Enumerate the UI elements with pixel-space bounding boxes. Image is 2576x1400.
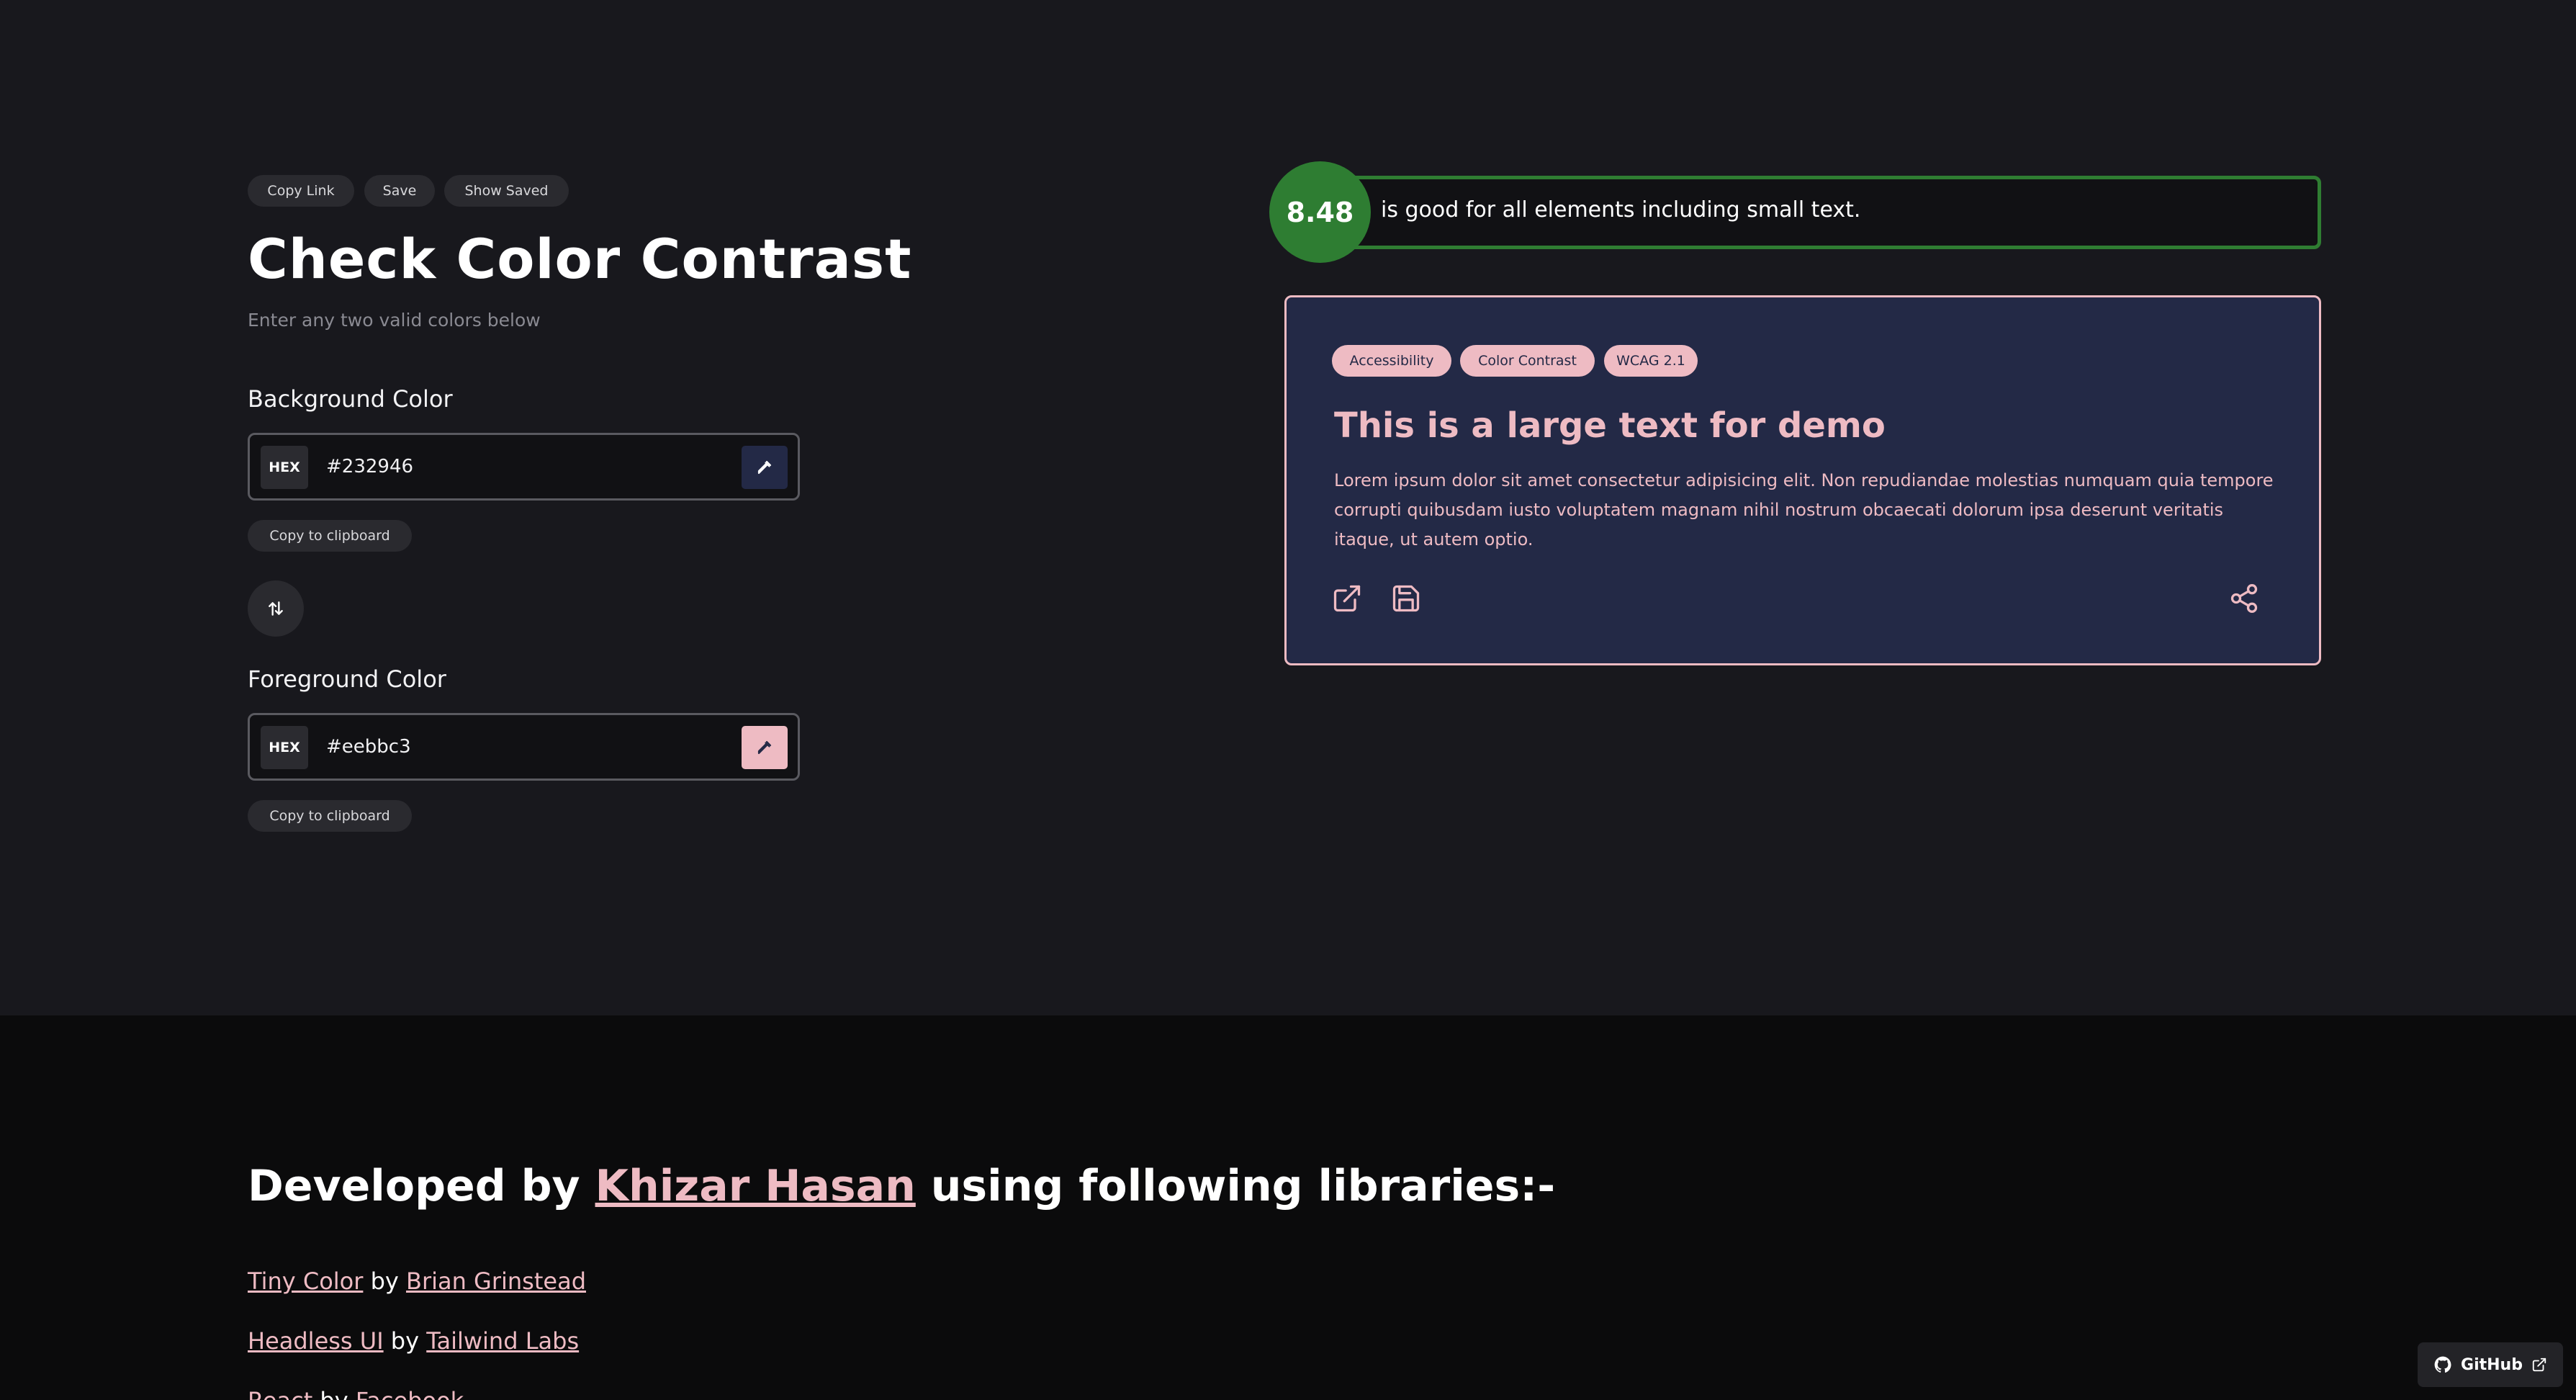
foreground-color-label: Foreground Color [248,665,446,693]
save-button[interactable]: Save [364,175,435,207]
background-format-badge[interactable]: HEX [261,446,308,489]
developer-credit: Developed by Khizar Hasan using followin… [248,1161,1555,1211]
preview-card: Accessibility Color Contrast WCAG 2.1 Th… [1284,295,2321,665]
swap-colors-button[interactable] [248,580,304,637]
library-by: by [390,1327,420,1355]
contrast-ratio-badge: 8.48 [1269,161,1371,263]
library-link[interactable]: React [248,1387,312,1400]
tag-accessibility: Accessibility [1332,345,1451,377]
library-link[interactable]: Tiny Color [248,1267,363,1295]
save-icon[interactable] [1390,583,1422,614]
external-link-icon [2532,1358,2546,1372]
background-color-picker[interactable] [742,446,788,489]
contrast-result-message: is good for all elements including small… [1381,197,1861,223]
eyedropper-icon [757,740,772,755]
library-item: Headless UI by Tailwind Labs [248,1327,579,1355]
show-saved-button[interactable]: Show Saved [444,175,569,207]
foreground-color-field[interactable]: HEX #eebbc3 [248,713,800,781]
background-copy-button[interactable]: Copy to clipboard [248,520,412,552]
page-title: Check Color Contrast [248,227,912,291]
developer-link[interactable]: Khizar Hasan [595,1161,916,1211]
share-icon[interactable] [2228,583,2260,614]
preview-large-text: This is a large text for demo [1334,405,1886,446]
foreground-color-input[interactable]: #eebbc3 [326,715,411,778]
tag-color-contrast: Color Contrast [1460,345,1595,377]
copy-link-button[interactable]: Copy Link [248,175,354,207]
library-item: Tiny Color by Brian Grinstead [248,1267,586,1295]
swap-icon [269,601,283,616]
library-by: by [370,1267,399,1295]
github-label: GitHub [2461,1355,2523,1374]
library-author-link[interactable]: Brian Grinstead [406,1267,586,1295]
library-by: by [320,1387,348,1400]
github-button[interactable]: GitHub [2418,1342,2563,1387]
background-color-input[interactable]: #232946 [326,435,413,498]
developer-prefix: Developed by [248,1161,580,1211]
preview-paragraph: Lorem ipsum dolor sit amet consectetur a… [1334,470,2274,549]
external-link-icon[interactable] [1331,583,1363,614]
library-link[interactable]: Headless UI [248,1327,384,1355]
tag-wcag: WCAG 2.1 [1604,345,1698,377]
github-icon [2434,1356,2451,1373]
library-author-link[interactable]: Tailwind Labs [426,1327,579,1355]
library-item: React by Facebook [248,1387,464,1400]
library-author-link[interactable]: Facebook [356,1387,464,1400]
background-color-label: Background Color [248,385,453,413]
developer-suffix: using following libraries:- [930,1161,1556,1211]
background-color-field[interactable]: HEX #232946 [248,433,800,501]
eyedropper-icon [757,460,772,475]
foreground-copy-button[interactable]: Copy to clipboard [248,800,412,832]
page-subtitle: Enter any two valid colors below [248,310,541,331]
foreground-color-picker[interactable] [742,726,788,769]
foreground-format-badge[interactable]: HEX [261,726,308,769]
